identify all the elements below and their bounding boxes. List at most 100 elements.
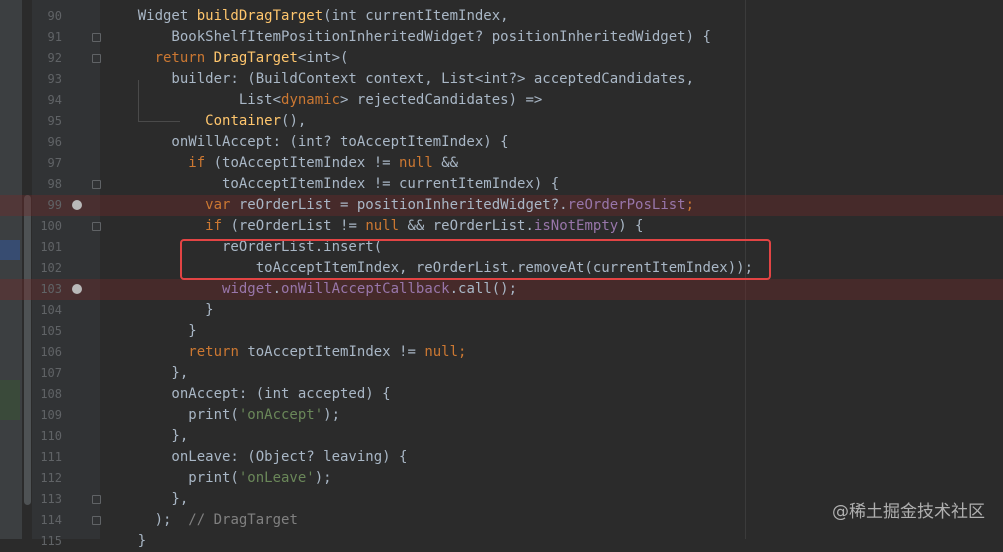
code-line[interactable]: 100 if (reOrderList != null && reOrderLi… (0, 216, 1003, 237)
code-token: (reOrderList != (230, 218, 366, 234)
code-token: buildDragTarget (196, 8, 324, 24)
line-number[interactable]: 92 (32, 48, 62, 69)
line-number[interactable]: 101 (32, 237, 62, 258)
line-number[interactable]: 100 (32, 216, 62, 237)
watermark: @稀土掘金技术社区 (832, 502, 985, 522)
line-number[interactable]: 94 (32, 90, 62, 111)
code-line[interactable]: 111 onLeave: (Object? leaving) { (0, 447, 1003, 468)
code-line[interactable]: 104 } (0, 300, 1003, 321)
code-text: if (toAcceptItemIndex != null && (104, 153, 458, 174)
code-token: var (205, 197, 239, 213)
code-line[interactable]: 103 widget.onWillAcceptCallback.call(); (0, 279, 1003, 300)
line-number[interactable]: 107 (32, 363, 62, 384)
code-token: onWillAcceptCallback (281, 281, 450, 297)
code-line[interactable]: 93 builder: (BuildContext context, List<… (0, 69, 1003, 90)
fold-marker-icon[interactable] (92, 180, 101, 189)
code-line[interactable]: 92 return DragTarget<int>( (0, 48, 1003, 69)
line-number[interactable]: 112 (32, 468, 62, 489)
code-token: 'onLeave' (238, 470, 315, 486)
line-number[interactable]: 104 (32, 300, 62, 321)
line-number[interactable]: 113 (32, 489, 62, 510)
line-number[interactable]: 109 (32, 405, 62, 426)
code-token: } (104, 533, 147, 549)
code-line[interactable]: 115 } (0, 531, 1003, 552)
code-token: ); (104, 512, 189, 528)
line-number[interactable]: 91 (32, 27, 62, 48)
breakpoint-icon[interactable] (72, 200, 82, 210)
line-number[interactable]: 96 (32, 132, 62, 153)
line-number[interactable]: 110 (32, 426, 62, 447)
code-text: builder: (BuildContext context, List<int… (104, 69, 694, 90)
line-number[interactable]: 93 (32, 69, 62, 90)
code-line[interactable]: 107 }, (0, 363, 1003, 384)
code-line[interactable]: 109 print('onAccept'); (0, 405, 1003, 426)
code-token: dynamic (281, 92, 341, 108)
code-line[interactable]: 110 }, (0, 426, 1003, 447)
code-text: Container(), (104, 111, 306, 132)
code-text: } (104, 300, 213, 321)
code-line[interactable]: 105 } (0, 321, 1003, 342)
line-number[interactable]: 95 (32, 111, 62, 132)
line-number[interactable]: 114 (32, 510, 62, 531)
code-token: print( (104, 407, 239, 423)
code-text: }, (104, 426, 188, 447)
line-number[interactable]: 90 (32, 6, 62, 27)
code-token: }, (104, 428, 189, 444)
line-number[interactable]: 111 (32, 447, 62, 468)
code-line[interactable]: 112 print('onLeave'); (0, 468, 1003, 489)
code-text: onWillAccept: (int? toAcceptItemIndex) { (104, 132, 508, 153)
code-token: if (205, 218, 231, 234)
code-text: print('onLeave'); (104, 468, 332, 489)
code-line[interactable]: 99 var reOrderList = positionInheritedWi… (0, 195, 1003, 216)
code-token: widget (222, 281, 273, 297)
code-token: BookShelfItemPositionInheritedWidget? po… (104, 29, 711, 45)
code-line[interactable]: 97 if (toAcceptItemIndex != null && (0, 153, 1003, 174)
code-text: print('onAccept'); (104, 405, 340, 426)
code-line[interactable]: 108 onAccept: (int accepted) { (0, 384, 1003, 405)
code-line[interactable]: 90 Widget buildDragTarget(int currentIte… (0, 6, 1003, 27)
line-number[interactable]: 97 (32, 153, 62, 174)
fold-marker-icon[interactable] (92, 222, 101, 231)
fold-marker-icon[interactable] (92, 54, 101, 63)
code-token: reOrderPosList (567, 197, 686, 213)
line-number[interactable]: 102 (32, 258, 62, 279)
code-token: null (399, 155, 442, 171)
line-number[interactable]: 115 (32, 531, 62, 552)
fold-marker-icon[interactable] (92, 33, 101, 42)
code-token: return (154, 50, 214, 66)
line-number[interactable]: 99 (32, 195, 62, 216)
code-line[interactable]: 98 toAcceptItemIndex != currentItemIndex… (0, 174, 1003, 195)
code-token: (toAcceptItemIndex != (213, 155, 400, 171)
code-token: isNotEmpty (533, 218, 619, 234)
line-number[interactable]: 103 (32, 279, 62, 300)
code-token: List< (104, 92, 282, 108)
line-number[interactable]: 105 (32, 321, 62, 342)
breakpoint-icon[interactable] (72, 284, 82, 294)
code-text: Widget buildDragTarget(int currentItemIn… (104, 6, 509, 27)
code-token: // DragTarget (188, 512, 298, 528)
code-line[interactable]: 106 return toAcceptItemIndex != null; (0, 342, 1003, 363)
code-token: onAccept: (int accepted) { (104, 386, 391, 402)
fold-marker-icon[interactable] (92, 495, 101, 504)
code-token: ); (314, 470, 332, 486)
code-text: onLeave: (Object? leaving) { (104, 447, 407, 468)
code-text: onAccept: (int accepted) { (104, 384, 391, 405)
code-text: } (104, 531, 146, 552)
code-text: widget.onWillAcceptCallback.call(); (104, 279, 517, 300)
code-token: ; (685, 197, 695, 213)
code-text: return toAcceptItemIndex != null; (104, 342, 466, 363)
code-token: onLeave: (Object? leaving) { (104, 449, 408, 465)
line-number[interactable]: 106 (32, 342, 62, 363)
code-text: if (reOrderList != null && reOrderList.i… (104, 216, 643, 237)
code-token: 'onAccept' (238, 407, 324, 423)
line-number[interactable]: 98 (32, 174, 62, 195)
code-token: return (188, 344, 248, 360)
line-number[interactable]: 108 (32, 384, 62, 405)
code-text: List<dynamic> rejectedCandidates) => (104, 90, 542, 111)
code-line[interactable]: 91 BookShelfItemPositionInheritedWidget?… (0, 27, 1003, 48)
code-token: toAcceptItemIndex != (247, 344, 425, 360)
code-line[interactable]: 96 onWillAccept: (int? toAcceptItemIndex… (0, 132, 1003, 153)
code-line[interactable]: 94 List<dynamic> rejectedCandidates) => (0, 90, 1003, 111)
fold-marker-icon[interactable] (92, 516, 101, 525)
